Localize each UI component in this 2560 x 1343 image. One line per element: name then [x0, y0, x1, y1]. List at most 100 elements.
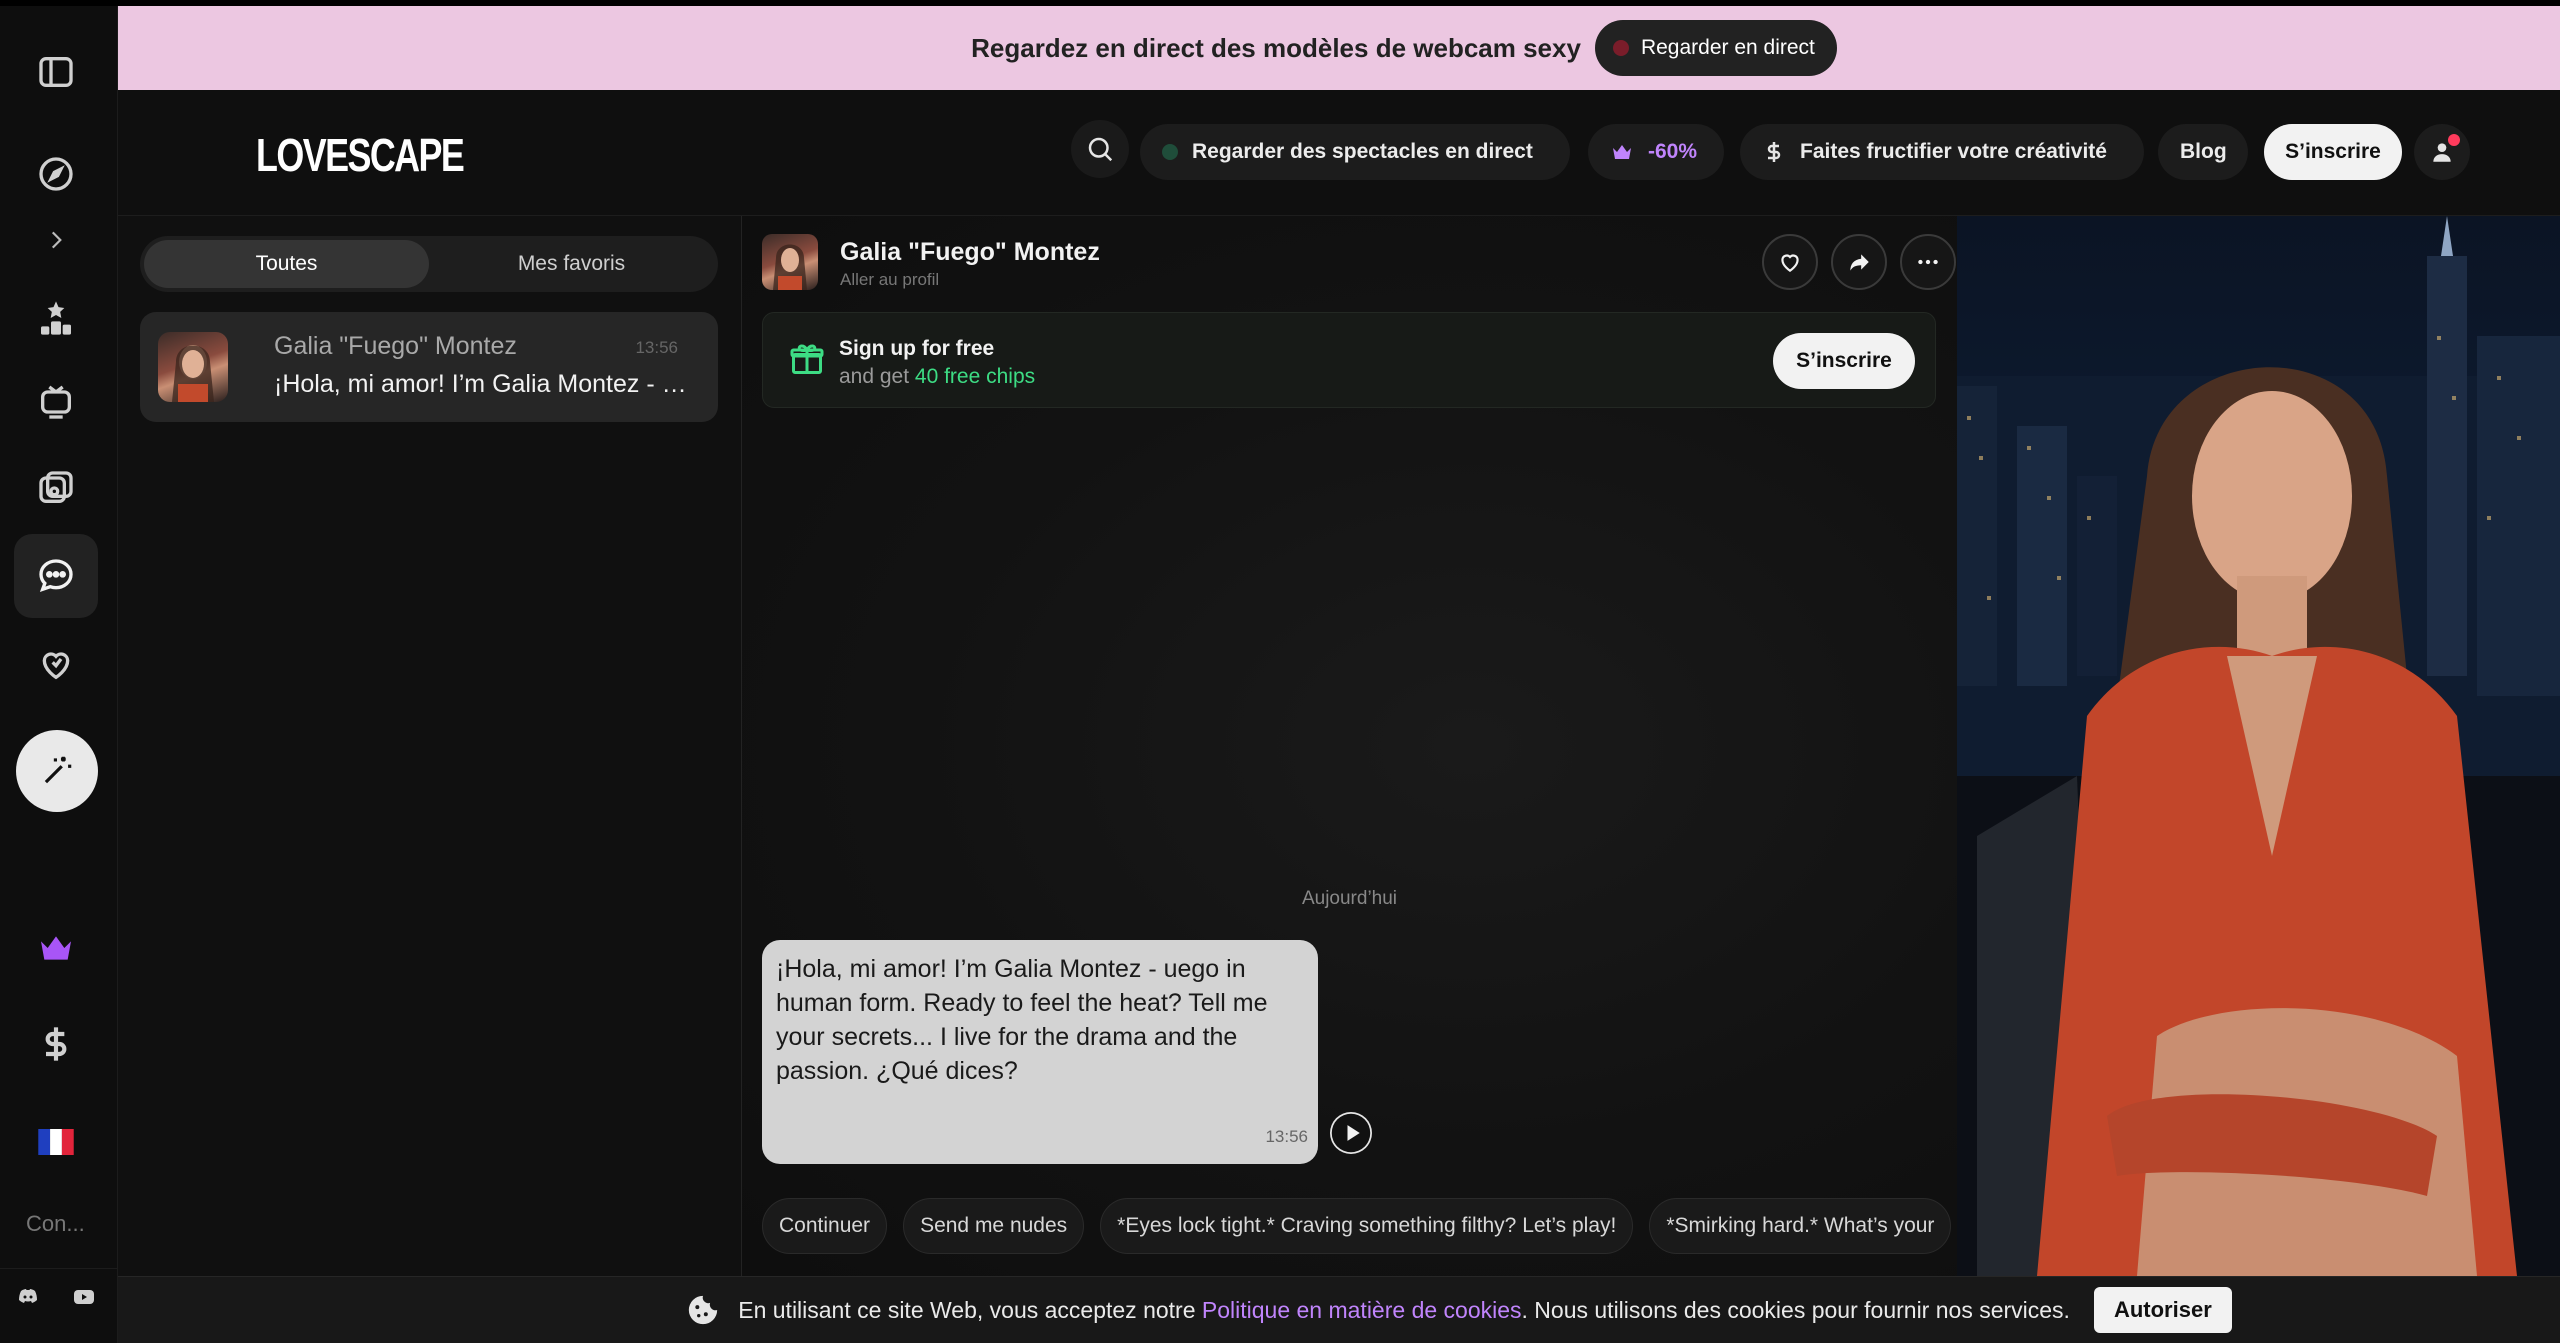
tab-favorites[interactable]: Mes favoris	[429, 240, 714, 288]
date-divider: Aujourd’hui	[1301, 888, 1398, 909]
watch-live-label: Regarder en direct	[1640, 36, 1815, 59]
heart-sparkle-icon	[42, 652, 70, 680]
favorite-button[interactable]	[1762, 234, 1818, 290]
sidebar-item-chat[interactable]	[14, 534, 98, 618]
sidebar-panel-icon	[39, 57, 73, 87]
signup-card-title: Sign up for free	[839, 337, 995, 360]
suggestion-chip[interactable]: Continuer	[762, 1198, 888, 1254]
avatar-portrait-icon	[172, 345, 214, 402]
search-button[interactable]	[1071, 120, 1129, 178]
monetize-label: Faites fructifier votre créativité	[1800, 140, 2107, 163]
monetize-creativity-button[interactable]: Faites fructifier votre créativité	[1740, 124, 2144, 180]
gallery-icon	[39, 471, 73, 503]
watch-live-shows-button[interactable]: Regarder des spectacles en direct	[1140, 124, 1570, 180]
suggestion-chips: Continuer Send me nudes *Eyes lock tight.*…	[762, 1198, 1957, 1254]
promo-text: Regardez en direct des modèles de webcam…	[971, 32, 1581, 63]
sidebar-item-premium[interactable]	[14, 906, 98, 990]
cookie-icon	[689, 1295, 718, 1325]
cookie-policy-link[interactable]: Politique en matière de cookies	[1202, 1297, 1522, 1323]
play-icon	[1331, 1113, 1371, 1153]
suggestion-chip[interactable]: *Eyes lock tight.* Craving something fil…	[1100, 1198, 1634, 1254]
chat-header: Galia "Fuego" Montez Aller au profil	[762, 234, 1956, 294]
chat-avatar[interactable]	[762, 234, 818, 290]
more-options-button[interactable]	[1900, 234, 1956, 290]
dollar-icon	[45, 1027, 67, 1061]
watch-live-shows-label: Regarder des spectacles en direct	[1192, 140, 1533, 163]
card-signup-button[interactable]: S’inscrire	[1773, 333, 1915, 389]
crown-icon	[41, 936, 71, 960]
signup-card-subtitle-prefix: and get	[839, 365, 915, 388]
promo-banner: Regardez en direct des modèles de webcam…	[118, 6, 2560, 90]
sidebar-item-explore[interactable]	[14, 132, 98, 216]
sidebar-item-matches[interactable]	[14, 622, 98, 706]
signup-card-subtitle: and get 40 free chips	[839, 365, 1035, 389]
share-arrow-icon	[1850, 254, 1869, 271]
chevron-right-icon	[51, 231, 62, 249]
discount-button[interactable]: -60%	[1588, 124, 1724, 180]
message-time: 13:56	[1265, 1127, 1308, 1146]
character-portrait	[1957, 216, 2560, 1276]
site-logo[interactable]: LOVESCAPE	[256, 128, 465, 182]
free-chips-highlight: 40 free chips	[914, 365, 1036, 388]
message-text: ¡Hola, mi amor! I’m Galia Montez - uego …	[776, 955, 1268, 1085]
youtube-icon[interactable]	[70, 1285, 98, 1309]
conversation-tabs: Toutes Mes favoris	[140, 236, 718, 292]
social-links	[0, 1268, 118, 1343]
suggestion-chip[interactable]: Send me nudes	[903, 1198, 1085, 1254]
avatar-portrait-icon	[773, 244, 807, 290]
conversation-list-panel: Toutes Mes favoris Galia "Fuego" Montez …	[118, 216, 742, 1276]
avatar	[158, 332, 228, 402]
gift-icon	[790, 344, 824, 374]
signup-offer-card: Sign up for free and get 40 free chips S…	[762, 312, 1936, 408]
live-dot-icon	[1612, 40, 1629, 56]
create-character-button[interactable]	[16, 730, 98, 812]
sidebar-toggle-button[interactable]	[14, 30, 98, 114]
tv-icon	[41, 385, 71, 419]
magic-wand-icon	[44, 756, 72, 784]
header-signup-button[interactable]: S’inscrire	[2264, 124, 2402, 180]
message-bubble: ¡Hola, mi amor! I’m Galia Montez - uego …	[762, 940, 1318, 1164]
cookie-text-before: En utilisant ce site Web, vous acceptez …	[738, 1296, 1202, 1323]
chat-character-name[interactable]: Galia "Fuego" Montez	[840, 238, 1100, 267]
discount-label: -60%	[1648, 140, 1698, 163]
share-button[interactable]	[1831, 234, 1887, 290]
watch-live-button[interactable]: Regarder en direct	[1594, 20, 1837, 76]
notification-dot	[2448, 134, 2460, 146]
heart-icon	[1781, 254, 1799, 272]
top-header: LOVESCAPE Regarder des spectacles en dir…	[118, 90, 2560, 216]
sidebar-item-gallery[interactable]	[14, 446, 98, 530]
go-to-profile-link[interactable]: Aller au profil	[840, 270, 939, 290]
sidebar-item-leaderboard[interactable]	[14, 276, 98, 360]
cookie-accept-button[interactable]: Autoriser	[2093, 1287, 2232, 1333]
sidebar-footer-label[interactable]: Con...	[26, 1211, 85, 1237]
compass-icon	[39, 157, 73, 191]
sidebar-item-live[interactable]	[14, 360, 98, 444]
cookie-text-after: . Nous utilisons des cookies pour fourni…	[1521, 1296, 2070, 1323]
suggestion-chip[interactable]: *Smirking hard.* What’s your	[1649, 1198, 1952, 1254]
conversation-preview: ¡Hola, mi amor! I’m Galia Montez - uego.…	[274, 370, 694, 398]
live-indicator-icon	[1162, 144, 1178, 160]
left-sidebar: Con...	[0, 6, 118, 1343]
character-portrait-image	[1957, 216, 2560, 1276]
play-audio-button[interactable]	[1330, 1112, 1372, 1154]
cookie-text: En utilisant ce site Web, vous acceptez …	[738, 1297, 2070, 1324]
search-icon	[1088, 137, 1113, 162]
blog-link[interactable]: Blog	[2158, 124, 2248, 180]
cookie-banner: En utilisant ce site Web, vous acceptez …	[118, 1276, 2560, 1343]
tab-all[interactable]: Toutes	[144, 240, 429, 288]
more-horizontal-icon	[1918, 259, 1938, 265]
chat-bubble-icon	[39, 559, 73, 593]
sidebar-expand-button[interactable]	[14, 210, 98, 270]
crown-icon	[1613, 145, 1631, 159]
conversation-time: 13:56	[635, 338, 678, 357]
podium-star-icon	[41, 301, 71, 335]
discord-icon[interactable]	[14, 1285, 42, 1309]
sidebar-item-earn[interactable]	[14, 1002, 98, 1086]
flag-fr-icon	[38, 1129, 74, 1155]
dollar-icon	[1767, 142, 1781, 162]
conversation-item[interactable]: Galia "Fuego" Montez 13:56 ¡Hola, mi amo…	[140, 312, 718, 422]
language-selector[interactable]	[14, 1100, 98, 1184]
chat-panel: Galia "Fuego" Montez Aller au profil Sig…	[742, 216, 1957, 1276]
user-menu-button[interactable]	[2414, 124, 2470, 180]
conversation-name: Galia "Fuego" Montez	[274, 332, 517, 360]
